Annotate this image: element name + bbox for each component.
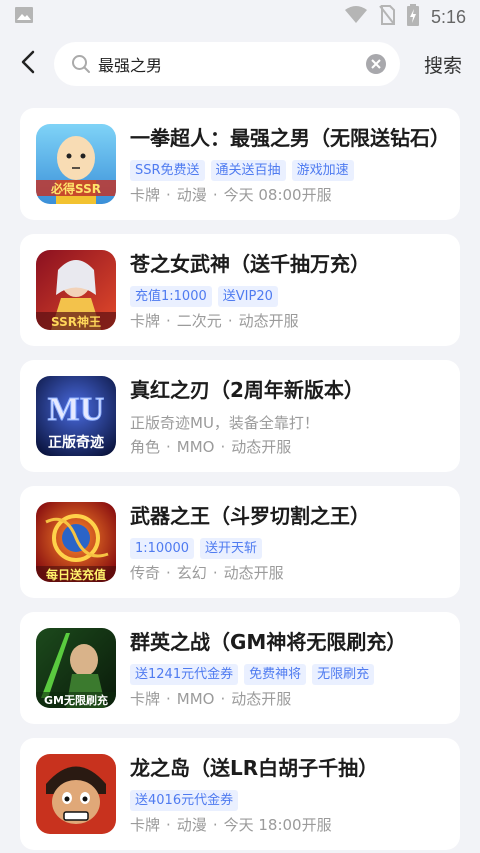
game-title: 龙之岛（送LR白胡子千抽） (130, 756, 379, 780)
tag: 免费神将 (244, 663, 307, 685)
game-genre: 卡牌 (130, 312, 161, 330)
game-meta: 角色 · MMO · 动态开服 (130, 438, 292, 456)
game-genre: 卡牌 (130, 816, 161, 834)
game-title: 苍之女武神（送千抽万充） (130, 252, 370, 276)
list-item[interactable]: SSR神王 苍之女武神（送千抽万充） 充值1:1000 送VIP20 卡牌 · 二次… (20, 234, 460, 346)
list-item[interactable]: 每日送充值 武器之王（斗罗切割之王） 1:10000 送开天斩 传奇 · 玄幻 · 动态… (20, 486, 460, 598)
game-title: 武器之王（斗罗切割之王） (130, 504, 370, 528)
game-title: 一拳超人：最强之男（无限送钻石） (130, 126, 450, 150)
game-genre: 卡牌 (130, 186, 161, 204)
server-open-time: 动态开服 (231, 438, 292, 456)
game-meta: 卡牌 · 动漫 · 今天 08:00开服 (130, 186, 332, 204)
tag-row: 充值1:1000 送VIP20 (130, 285, 278, 307)
tag-row: 1:10000 送开天斩 (130, 537, 263, 559)
chevron-left-icon (21, 50, 35, 78)
game-style: MMO (176, 690, 215, 708)
server-open-time: 动态开服 (238, 312, 299, 330)
image-icon (14, 6, 34, 28)
valkyrie-game-icon[interactable]: SSR神王 (36, 250, 116, 330)
search-box[interactable] (54, 42, 400, 86)
icon-caption: SSR神王 (51, 315, 101, 329)
game-style: 动漫 (176, 186, 207, 204)
mu-game-icon[interactable]: MU 正版奇迹 (36, 376, 116, 456)
search-button[interactable]: 搜索 (424, 51, 462, 78)
clock: 5:16 (430, 6, 466, 27)
tag: 通关送百抽 (210, 159, 286, 181)
tag: 送1241元代金券 (130, 663, 239, 685)
game-meta: 卡牌 · 动漫 · 今天 18:00开服 (130, 816, 332, 834)
list-item[interactable]: 必得SSR 一拳超人：最强之男（无限送钻石） SSR免费送 通关送百抽 游戏加速… (20, 108, 460, 220)
search-header: 搜索 (0, 34, 480, 94)
server-open-time: 动态开服 (231, 690, 292, 708)
tag-row: 送1241元代金券 免费神将 无限刷充 (130, 663, 375, 685)
server-open-time: 今天 08:00开服 (223, 186, 332, 204)
game-style: 玄幻 (176, 564, 207, 582)
no-sim-icon (379, 5, 395, 29)
wifi-icon (344, 6, 367, 28)
game-genre: 角色 (130, 438, 161, 456)
game-description: 正版奇迹MU，装备全靠打！ (130, 413, 319, 432)
dragon-island-game-icon[interactable] (36, 754, 116, 834)
game-meta: 卡牌 · 二次元 · 动态开服 (130, 312, 299, 330)
game-title: 群英之战（GM神将无限刷充） (130, 630, 407, 654)
game-style: 二次元 (176, 312, 222, 330)
tag-row: SSR免费送 通关送百抽 游戏加速 (130, 159, 354, 181)
tag: 送4016元代金券 (130, 789, 239, 811)
game-style: 动漫 (176, 816, 207, 834)
list-item[interactable]: MU 正版奇迹 真红之刃（2周年新版本） 正版奇迹MU，装备全靠打！ 角色 · MM… (20, 360, 460, 472)
tag: SSR免费送 (130, 159, 205, 181)
game-meta: 卡牌 · MMO · 动态开服 (130, 690, 292, 708)
search-input[interactable] (98, 54, 364, 74)
icon-caption: 正版奇迹 (48, 435, 104, 451)
server-open-time: 动态开服 (223, 564, 284, 582)
list-item[interactable]: 龙之岛（送LR白胡子千抽） 送4016元代金券 卡牌 · 动漫 · 今天 18:00开服 (20, 738, 460, 850)
weapon-king-game-icon[interactable]: 每日送充值 (36, 502, 116, 582)
icon-caption: 每日送充值 (45, 568, 106, 582)
tag: 送VIP20 (217, 285, 278, 307)
heroes-war-game-icon[interactable]: GM无限刷充 (36, 628, 116, 708)
tag: 1:10000 (130, 537, 195, 559)
search-results-list: 必得SSR 一拳超人：最强之男（无限送钻石） SSR免费送 通关送百抽 游戏加速… (20, 108, 460, 853)
tag-row: 送4016元代金券 (130, 789, 239, 811)
clear-icon[interactable] (364, 52, 388, 76)
game-style: MMO (176, 438, 215, 456)
battery-charging-icon (406, 4, 419, 30)
svg-text:MU: MU (48, 391, 105, 428)
server-open-time: 今天 18:00开服 (223, 816, 332, 834)
icon-caption: GM无限刷充 (44, 694, 108, 707)
search-icon (70, 53, 92, 75)
game-genre: 传奇 (130, 564, 161, 582)
tag: 游戏加速 (291, 159, 354, 181)
icon-caption: 必得SSR (51, 182, 101, 196)
tag: 送开天斩 (200, 537, 263, 559)
description-row: 正版奇迹MU，装备全靠打！ (130, 411, 319, 433)
tag: 充值1:1000 (130, 285, 212, 307)
game-title: 真红之刃（2周年新版本） (130, 378, 364, 402)
list-item[interactable]: GM无限刷充 群英之战（GM神将无限刷充） 送1241元代金券 免费神将 无限刷… (20, 612, 460, 724)
tag: 无限刷充 (312, 663, 375, 685)
game-meta: 传奇 · 玄幻 · 动态开服 (130, 564, 284, 582)
status-bar: 5:16 (0, 0, 480, 34)
back-button[interactable] (10, 46, 46, 82)
game-genre: 卡牌 (130, 690, 161, 708)
one-punch-man-game-icon[interactable]: 必得SSR (36, 124, 116, 204)
